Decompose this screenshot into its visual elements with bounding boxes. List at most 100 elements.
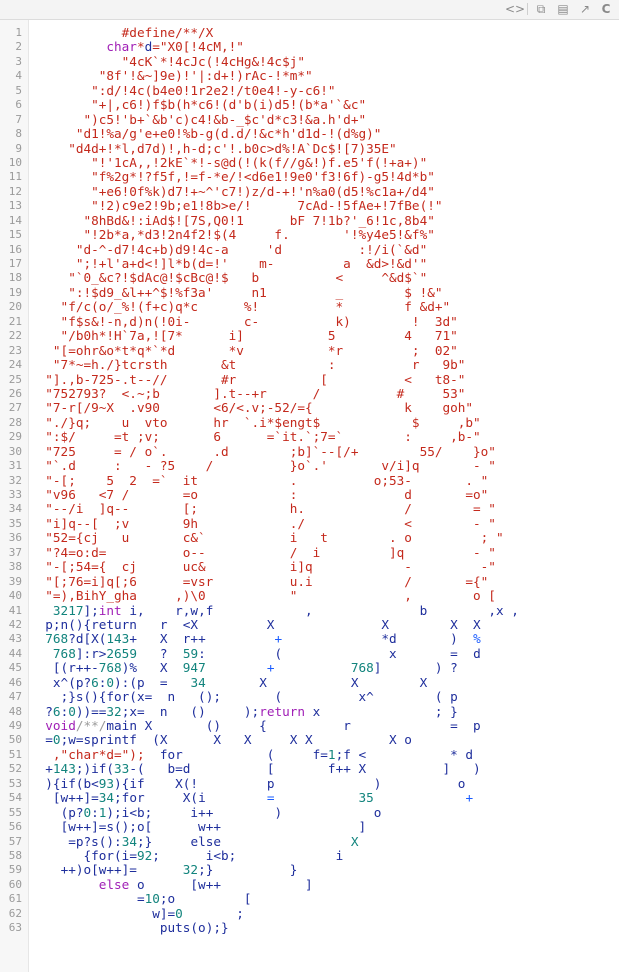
code-line[interactable]: 8 "d1!%a/g'e+e0!%b-g(d.d/!&c*h'd1d-!(d%g…: [15, 126, 619, 141]
code-token: =: [136, 891, 145, 907]
code-line[interactable]: 6 "+|,c6!)f$b(h*c6!(d'b(i)d5!(b*a'`&c": [15, 97, 619, 112]
code-line[interactable]: 55 (p?0:1);i<b; i++ ) o: [9, 805, 619, 820]
code-token: 947: [182, 660, 206, 676]
code-token: ;: [182, 905, 244, 921]
code-line[interactable]: 51 ,"char*d="); for ( f=1;f < * d: [9, 747, 619, 762]
code-line[interactable]: 30 "725 = / o`. .d ;b]`--[/+ 55/ }o": [9, 444, 619, 459]
code-line[interactable]: 21 "f$s&!-n,d)n(!0i- c- k) ! 3d": [9, 314, 619, 329]
code-line[interactable]: 4 "8f'!&~]9e)!'|:d+!)rAc-!*m*": [15, 69, 619, 83]
code-line[interactable]: 1 #define/**/X: [15, 25, 619, 40]
code-token: char: [106, 39, 137, 55]
code-line[interactable]: 59 ++)o[w++]= 32;} }: [9, 863, 619, 877]
code-line[interactable]: 28 "./}q; u vto hr `.i*$engt$ $ ,b": [9, 415, 619, 430]
code-text: "f/c(o/_%!(f+c)q*c %! * f &d+": [30, 300, 451, 314]
line-number: 59: [8, 863, 22, 877]
code-text: (p?0:1);i<b; i++ ) o: [30, 805, 382, 820]
code-line[interactable]: 57 =p?s():34;} else X: [9, 834, 619, 849]
code-text: "i]q--[ ;v 9h ./ < - ": [30, 516, 496, 531]
code-line[interactable]: 2 char*d="X0[!4cM,!": [15, 39, 619, 55]
code-line[interactable]: 50 =0;w=sprintf (X X X X X X o: [9, 733, 619, 747]
code-line[interactable]: 35 "i]q--[ ;v 9h ./ < - ": [9, 516, 619, 531]
code-token: X X X: [205, 674, 428, 690]
code-line[interactable]: 20 "f/c(o/_%!(f+c)q*c %! * f &d+": [9, 300, 619, 314]
code-icon[interactable]: <>: [505, 1, 525, 17]
code-token: "!'1cA,,!2kE`*!-s@d(!(k(f//g&!)f.e5'f(!+…: [30, 154, 428, 170]
code-line[interactable]: 44 768]:r>2659 ? 59: ( x = d: [9, 646, 619, 661]
code-line[interactable]: 47 ;}s(){for(x= n (); ( x^ ( p: [9, 689, 619, 704]
line-number: 61: [8, 892, 22, 906]
code-line[interactable]: 49 void/**/main X () { r = p: [9, 718, 619, 733]
code-line[interactable]: 24 "7*~=h./}tcrsth &t : r 9b": [9, 357, 619, 372]
code-line[interactable]: 3 "4cK`*!4cJc(!4cHg&!4c$j": [15, 54, 619, 69]
code-line[interactable]: 14 "8hBd&!:iAd$![7S,Q0!1 bF 7!1b?'_6!1c,…: [9, 213, 619, 228]
code-text: "f$s&!-n,d)n(!0i- c- k) ! 3d": [30, 314, 458, 329]
code-line[interactable]: 13 "!2)c9e2!9b;e1!8b>e/! 7cAd-!5fAe+!7fB…: [9, 199, 619, 213]
code-line[interactable]: 12 "+e6!0f%k)d7!+~^'c7!)z/d-+!'n%a0(d5!%…: [9, 184, 619, 199]
code-token: "52={cj u c&` i t . o ; ": [30, 530, 504, 546]
code-line[interactable]: 38 "-[;54={ cj uc& i]q - -": [9, 559, 619, 574]
code-line[interactable]: 15 "!2b*a,*d3!2n4f2!$(4 f. '!%y4e5!&f%": [9, 227, 619, 242]
code-line[interactable]: 17 ";!+l'a+d<!]l*b(d=!' m- a &d>!&d'": [9, 256, 619, 271]
code-text: "--/i ]q-- [; h. / = ": [30, 502, 496, 516]
code-line[interactable]: 62 w]=0 ;: [9, 905, 619, 921]
code-line[interactable]: 32 "-[; 5 2 =` it . o;53- . ": [9, 473, 619, 488]
code-text: "-[;54={ cj uc& i]q - -": [30, 559, 496, 574]
code-line[interactable]: 29 ":$/ =t ;v; 6 =`it.`;7=` : ,b-": [9, 430, 619, 444]
code-line[interactable]: 54 [w++]=34;for X(i = 35 +: [9, 790, 619, 806]
code-line[interactable]: 60 else o [w++ ]: [9, 877, 619, 892]
code-token: 6: [52, 703, 61, 719]
code-line[interactable]: 41 3217];int i, r,w,f , b ,x ,: [9, 602, 619, 618]
code-line[interactable]: 45 [(r++-768)% X 947 + 768] ) ?: [9, 660, 619, 676]
code-line[interactable]: 16 "d-^-d7!4c+b)d9!4c-a 'd :!/i(`&d": [9, 242, 619, 257]
raw-icon[interactable]: ▤: [555, 1, 571, 17]
code-line[interactable]: 33 "v96 <7 / =o : d =o": [9, 487, 619, 502]
line-number: 55: [8, 805, 22, 819]
code-line[interactable]: 63 puts(o);}: [9, 920, 619, 936]
code-token: 143: [52, 761, 76, 777]
code-line[interactable]: 26 "752793? <.~;b ].t--+r / # 53": [9, 386, 619, 401]
code-line[interactable]: 37 "?4=o:d= o-- / i ]q - ": [9, 545, 619, 560]
code-token: puts(o);}: [159, 920, 229, 936]
code-token: [w++]=: [52, 790, 99, 806]
code-line[interactable]: 42 p;n(){return r <X X X X X: [9, 617, 619, 632]
code-token: ;for X(i: [114, 790, 267, 806]
code-line[interactable]: 7 ")c5!'b+`&b'c)c4!&b-_$c'd*c3!&a.h'd+": [15, 112, 619, 127]
code-line[interactable]: 39 "[;76=i]q[;6 =vsr u.i / ={": [9, 574, 619, 589]
code-line[interactable]: 36 "52={cj u c&` i t . o ; ": [9, 530, 619, 546]
external-link-icon[interactable]: ↗: [577, 1, 593, 17]
line-number: 36: [8, 531, 22, 545]
code-editor[interactable]: 1 #define/**/X 2 char*d="X0[!4cM,!" 3 "4cK…: [0, 20, 619, 972]
code-area[interactable]: 1 #define/**/X 2 char*d="X0[!4cM,!" 3 "4cK…: [9, 25, 619, 936]
code-line[interactable]: 58 {for(i=92; i<b; i: [9, 847, 619, 863]
code-line[interactable]: 43 768?d[X(143+ X r++ + *d ) %: [9, 631, 619, 647]
code-line[interactable]: 53 ){if(b<93){if X(! p ) o: [9, 776, 619, 791]
code-line[interactable]: 46 x^(p?6:0):(p = 34 X X X: [9, 674, 619, 690]
code-line[interactable]: 40 "=),BihY_gha ,)\0 " , o [: [9, 588, 619, 604]
code-token: i, r,w,f , b ,x ,: [121, 602, 519, 618]
code-line[interactable]: 61 =10;o [: [9, 891, 619, 907]
code-token: 33: [114, 761, 130, 777]
code-token: ] ) ?: [373, 660, 458, 676]
code-line[interactable]: 52 +143;)if(33-( b=d [ f++ X ] ): [9, 761, 619, 777]
copy-icon[interactable]: ⧉: [533, 1, 549, 17]
code-line[interactable]: 9 "d4d+!*l,d7d)!,h-d;c'!.b0c>d%!A`Dc$![7…: [15, 141, 619, 156]
code-line[interactable]: 10 "!'1cA,,!2kE`*!-s@d(!(k(f//g&!)f.e5'f…: [9, 154, 619, 170]
code-line[interactable]: 18 "`0_&c?!$dAc@!$cBc@!$ b < ^&d$`": [9, 271, 619, 285]
code-line[interactable]: 56 [w++]=s();o[ w++ ]: [9, 819, 619, 834]
code-line[interactable]: 25 "].,b-725-.t--// #r [ < t8-": [9, 372, 619, 387]
code-token: "=),BihY_gha ,)\0 " , o [: [30, 588, 496, 604]
code-token: 92: [136, 847, 153, 863]
code-line[interactable]: 5 ":d/!4c(b4e0!1r2e2!/t0e4!-y-c6!": [15, 83, 619, 98]
code-line[interactable]: 22 "/b0h*!H`7a,![7* i] 5 4 71": [9, 328, 619, 343]
code-token: ?d[X(: [68, 631, 107, 647]
code-line[interactable]: 23 "[=ohr&o*t*q*`*d *v *r ; 02": [9, 343, 619, 358]
code-line[interactable]: 11 "f%2g*!?f5f,!=f-*e/!<d6e1!9e0'f3!6f)-…: [9, 170, 619, 184]
line-number: 27: [8, 401, 22, 415]
code-line[interactable]: 27 "7-r[/9~X .v90 <6/<.v;-52/={ k goh": [9, 401, 619, 415]
code-line[interactable]: 34 "--/i ]q-- [; h. / = ": [9, 502, 619, 516]
code-token: 34: [190, 674, 206, 690]
code-line[interactable]: 31 "`.d : - ?5 / }o`.' v/i]q - ": [9, 458, 619, 473]
code-line[interactable]: 48 ?6:0))==32;x= n () );return x ; }: [9, 703, 619, 719]
code-line[interactable]: 19 ":!$d9_&l++^$!%f3a' n1 _ $ !&": [9, 285, 619, 300]
